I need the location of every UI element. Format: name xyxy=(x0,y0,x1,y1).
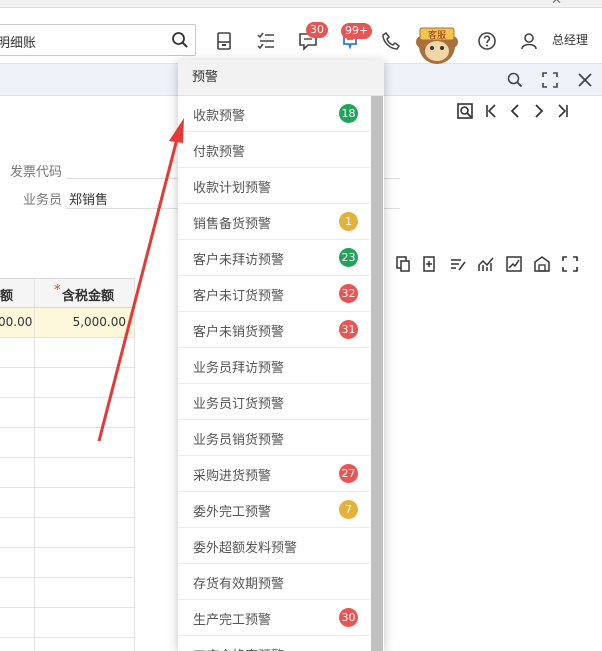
alert-count-badge: 31 xyxy=(339,320,358,339)
alert-item[interactable]: 收款计划预警 xyxy=(178,168,370,204)
dropdown-scrollbar[interactable] xyxy=(370,96,384,651)
alert-item-label: 收款预警 xyxy=(193,109,246,124)
grid-header-row: 额 * 含税金额 xyxy=(0,278,135,308)
alert-item-label: 委外完工预警 xyxy=(193,505,272,520)
table-row[interactable] xyxy=(0,518,135,548)
search-value: 明细账 xyxy=(0,36,37,51)
insert-row-icon[interactable] xyxy=(422,256,438,272)
salesperson-label: 业务员 xyxy=(23,193,63,208)
chart-icon[interactable] xyxy=(478,256,494,272)
alerts-list: 收款预警 18 付款预警收款计划预警 销售备货预警 1 客户未拜访预警 23 客户未订货预警 3… xyxy=(178,96,370,651)
alert-count-badge: 18 xyxy=(339,104,358,123)
alert-item[interactable]: 委外完工预警 7 xyxy=(178,492,370,528)
alert-item-label: 存货有效期预警 xyxy=(193,577,285,592)
document-icon[interactable] xyxy=(214,31,234,51)
alert-item[interactable]: 客户未销货预警 31 xyxy=(178,312,370,348)
task-list-icon[interactable] xyxy=(256,31,276,51)
alert-item-label: 采购进货预警 xyxy=(193,469,272,484)
table-row[interactable] xyxy=(0,368,135,398)
alert-item-label: 工序合格率预警 xyxy=(193,645,284,651)
alert-item-label: 业务员订货预警 xyxy=(193,397,285,412)
alert-item-label: 客户未销货预警 xyxy=(193,325,285,340)
table-row[interactable] xyxy=(0,638,135,651)
search-icon[interactable] xyxy=(506,71,524,89)
service-label: 客服 xyxy=(428,29,446,41)
alert-item[interactable]: 销售备货预警 1 xyxy=(178,204,370,240)
alert-item-label: 业务员拜访预警 xyxy=(193,361,285,376)
alert-item[interactable]: 付款预警 xyxy=(178,132,370,168)
window-top-strip: ✕ xyxy=(0,0,602,8)
table-row[interactable] xyxy=(0,398,135,428)
invoice-code-label: 发票代码 xyxy=(10,165,63,180)
table-row[interactable] xyxy=(0,338,135,368)
table-row[interactable] xyxy=(0,548,135,578)
table-row[interactable] xyxy=(0,578,135,608)
dropdown-title: 预警 xyxy=(178,60,384,96)
fullscreen-icon[interactable] xyxy=(541,71,559,89)
previous-record-icon[interactable] xyxy=(507,103,523,119)
alert-item-label: 客户未拜访预警 xyxy=(193,253,285,268)
salesperson-field[interactable]: 郑销售 xyxy=(69,189,108,208)
user-icon[interactable] xyxy=(519,31,539,51)
edit-lines-icon[interactable] xyxy=(450,256,466,272)
fullscreen-icon[interactable] xyxy=(562,256,578,272)
table-row[interactable]: 00.00 5,000.00 xyxy=(0,308,135,338)
help-icon[interactable] xyxy=(477,31,497,51)
alert-item[interactable]: 业务员拜访预警 xyxy=(178,348,370,384)
alert-count-badge: 7 xyxy=(339,500,358,519)
window-close-icon[interactable]: ✕ xyxy=(551,0,562,8)
alert-item-label: 销售备货预警 xyxy=(193,217,272,232)
alert-item[interactable]: 存货有效期预警 xyxy=(178,564,370,600)
tax-inclusive-amount-header[interactable]: 含税金额 xyxy=(62,285,114,304)
alert-item-label: 业务员销货预警 xyxy=(193,433,285,448)
phone-icon[interactable] xyxy=(381,31,401,51)
table-row[interactable] xyxy=(0,428,135,458)
customer-service-icon[interactable]: 客服 xyxy=(413,20,461,68)
search-input[interactable]: 明细账 xyxy=(0,24,196,56)
required-mark: * xyxy=(54,283,61,298)
alert-item[interactable]: 采购进货预警 27 xyxy=(178,456,370,492)
last-record-icon[interactable] xyxy=(555,103,571,119)
messages-badge: 30 xyxy=(306,22,328,38)
alert-item-label: 收款计划预警 xyxy=(193,181,272,196)
alert-item[interactable]: 客户未订货预警 32 xyxy=(178,276,370,312)
detail-grid: 额 * 含税金额 00.00 5,000.00 xyxy=(0,278,135,651)
table-row[interactable] xyxy=(0,488,135,518)
alert-item[interactable]: 委外超额发料预警 xyxy=(178,528,370,564)
close-icon[interactable] xyxy=(576,71,594,89)
alert-count-badge: 1 xyxy=(339,212,358,231)
scrollbar-thumb[interactable] xyxy=(371,96,383,651)
alert-item[interactable]: 工序合格率预警 xyxy=(178,636,370,651)
copy-row-icon[interactable] xyxy=(395,256,411,272)
app-header: 明细账 30 99+ 客服 总经理 xyxy=(0,8,602,64)
alert-item-label: 委外超额发料预警 xyxy=(193,541,298,556)
next-record-icon[interactable] xyxy=(531,103,547,119)
tax-inclusive-amount-cell[interactable]: 5,000.00 xyxy=(73,315,126,329)
table-row[interactable] xyxy=(0,458,135,488)
alert-item-label: 生产完工预警 xyxy=(193,613,272,628)
alerts-badge: 99+ xyxy=(341,23,373,39)
alert-count-badge: 23 xyxy=(339,248,358,267)
alert-count-badge: 27 xyxy=(339,464,358,483)
trend-icon[interactable] xyxy=(506,256,522,272)
warehouse-icon[interactable] xyxy=(534,256,550,272)
amount-cell[interactable]: 00.00 xyxy=(0,315,32,329)
alert-count-badge: 30 xyxy=(339,608,358,627)
locate-icon[interactable] xyxy=(457,103,473,119)
amount-column-header[interactable]: 额 xyxy=(0,285,13,304)
alert-item[interactable]: 生产完工预警 30 xyxy=(178,600,370,636)
alert-item[interactable]: 业务员订货预警 xyxy=(178,384,370,420)
alert-item[interactable]: 业务员销货预警 xyxy=(178,420,370,456)
alerts-dropdown: 预警 收款预警 18 付款预警收款计划预警 销售备货预警 1 客户未拜访预警 23 客户未订货… xyxy=(178,60,384,651)
table-row[interactable] xyxy=(0,608,135,638)
alert-item[interactable]: 客户未拜访预警 23 xyxy=(178,240,370,276)
alert-item-label: 客户未订货预警 xyxy=(193,289,285,304)
alert-item[interactable]: 收款预警 18 xyxy=(178,96,370,132)
user-name[interactable]: 总经理 xyxy=(552,31,588,48)
first-record-icon[interactable] xyxy=(483,103,499,119)
alert-count-badge: 32 xyxy=(339,284,358,303)
alert-item-label: 付款预警 xyxy=(193,145,246,160)
search-icon[interactable] xyxy=(171,31,189,49)
